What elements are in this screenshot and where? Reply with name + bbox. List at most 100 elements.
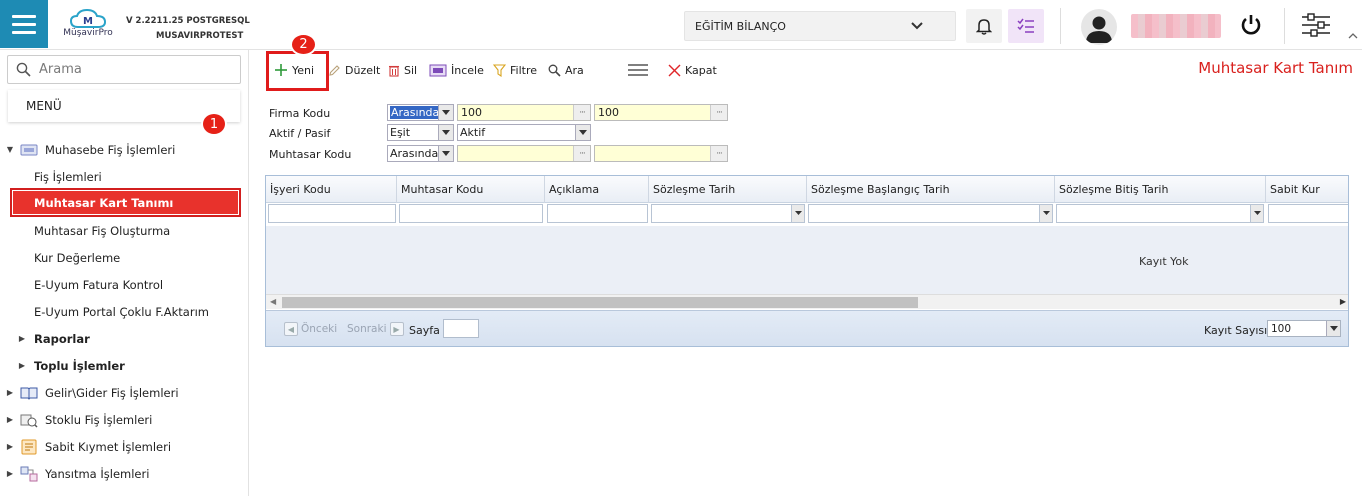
lookup-icon[interactable]: ··· (710, 105, 727, 120)
sidebar-item-label: E-Uyum Portal Çoklu F.Aktarım (34, 304, 209, 319)
caret-right-icon: ▶ (18, 334, 26, 343)
chevron-down-icon (1250, 205, 1263, 222)
divider (1060, 8, 1061, 44)
column-header-sozlesme-bitis[interactable]: Sözleşme Bitiş Tarih (1055, 176, 1266, 203)
aktif-pasif-operator-value: Eşit (390, 126, 411, 139)
column-header-sozlesme-tarih[interactable]: Sözleşme Tarih (649, 176, 807, 203)
sidebar-item-e-uyum-portal[interactable]: E-Uyum Portal Çoklu F.Aktarım (0, 298, 248, 325)
aktif-pasif-value-select[interactable]: Aktif (457, 124, 591, 141)
column-header-isyeri-kodu[interactable]: İşyeri Kodu (266, 176, 397, 203)
sidebar-item-e-uyum-fatura[interactable]: E-Uyum Fatura Kontrol (0, 271, 248, 298)
sidebar-item-toplu-islemler[interactable]: ▶ Toplu İşlemler (0, 352, 248, 379)
muhtasar-kodu-operator-select[interactable]: Arasında (387, 145, 454, 162)
checklist-icon (1017, 18, 1034, 33)
version-text: V 2.2211.25 POSTGRESQL (126, 16, 250, 26)
lookup-icon[interactable]: ··· (573, 146, 590, 161)
settings-sliders-icon[interactable] (1300, 12, 1332, 38)
aktif-pasif-operator-select[interactable]: Eşit (387, 124, 454, 141)
sidebar-item-raporlar[interactable]: ▶ Raporlar (0, 325, 248, 352)
sidebar-item-muhasebe-fis[interactable]: ▼ Muhasebe Fiş İşlemleri (0, 136, 248, 163)
muhtasar-kodu-from-input[interactable]: ··· (457, 145, 591, 162)
arrow-right-icon: ▶ (389, 322, 404, 336)
svg-text:M: M (83, 16, 93, 27)
lookup-icon[interactable]: ··· (710, 146, 727, 161)
filter-isyeri-kodu[interactable] (268, 204, 396, 223)
sidebar-item-kur-degerleme[interactable]: Kur Değerleme (0, 244, 248, 271)
lookup-icon[interactable]: ··· (573, 105, 590, 120)
inspect-label: İncele (451, 63, 484, 77)
column-header-sozlesme-baslangic[interactable]: Sözleşme Başlangıç Tarih (807, 176, 1055, 203)
records-per-page-select[interactable]: 100 (1267, 320, 1341, 337)
muhtasar-kodu-to-input[interactable]: ··· (594, 145, 728, 162)
user-icon (1086, 16, 1112, 43)
column-header-aciklama[interactable]: Açıklama (545, 176, 649, 203)
plus-icon (275, 64, 287, 76)
muhtasar-kodu-label: Muhtasar Kodu (269, 148, 352, 161)
search-input[interactable] (39, 62, 229, 77)
search-button[interactable]: Ara (548, 61, 584, 79)
avatar[interactable] (1081, 9, 1117, 45)
filter-sozlesme-bitis[interactable] (1056, 204, 1264, 223)
sidebar-item-stoklu-fis[interactable]: ▶ Stoklu Fiş İşlemleri (0, 406, 248, 433)
chevron-down-icon (1326, 321, 1340, 336)
delete-button[interactable]: Sil (388, 61, 417, 79)
firma-kodu-from-input[interactable]: 100 ··· (457, 104, 591, 121)
sidebar-search[interactable] (7, 55, 241, 84)
search-icon (548, 64, 561, 77)
hamburger-menu-icon[interactable] (0, 0, 48, 48)
reflect-icon (19, 466, 39, 482)
page-number-input[interactable] (443, 319, 479, 338)
scrollbar-thumb[interactable] (282, 297, 918, 308)
sidebar-item-label: Stoklu Fiş İşlemleri (45, 412, 153, 427)
sidebar-item-sabit-kiymet[interactable]: ▶ Sabit Kıymet İşlemleri (0, 433, 248, 460)
username-redacted (1131, 14, 1221, 38)
edit-button[interactable]: Düzelt (328, 61, 380, 79)
sidebar-item-label: Raporlar (34, 331, 90, 346)
filter-sozlesme-tarih[interactable] (651, 204, 805, 223)
company-select-value: EĞİTİM BİLANÇO (695, 19, 786, 33)
sidebar-item-gelir-gider[interactable]: ▶ Gelir\Gider Fiş İşlemleri (0, 379, 248, 406)
scroll-left-icon[interactable]: ◀ (270, 297, 276, 306)
prev-page-button[interactable]: ◀ Önceki (284, 322, 337, 336)
prev-page-label: Önceki (301, 323, 338, 335)
top-bar: M MüşavirPro V 2.2211.25 POSTGRESQL MUSA… (0, 0, 1362, 50)
column-header-sabit-kur[interactable]: Sabit Kur (1266, 176, 1348, 203)
notifications-button[interactable] (966, 9, 1002, 43)
close-label: Kapat (685, 63, 717, 77)
tasks-button[interactable] (1008, 9, 1044, 43)
bell-icon (976, 19, 992, 35)
firma-kodu-to-input[interactable]: 100 ··· (594, 104, 728, 121)
data-grid: İşyeri Kodu Muhtasar Kodu Açıklama Sözle… (265, 175, 1349, 347)
scroll-right-icon[interactable]: ▶ (1340, 297, 1346, 306)
chevron-down-icon (911, 22, 923, 30)
new-button[interactable]: Yeni (274, 61, 314, 79)
more-menu-button[interactable] (627, 61, 649, 79)
sidebar-item-muhtasar-fis-olusturma[interactable]: Muhtasar Fiş Oluşturma (0, 217, 248, 244)
inspect-icon (429, 64, 447, 76)
filter-muhtasar-kodu[interactable] (399, 204, 543, 223)
chevron-down-icon (438, 146, 453, 161)
inspect-button[interactable]: İncele (429, 61, 484, 79)
delete-label: Sil (404, 63, 418, 77)
company-select[interactable]: EĞİTİM BİLANÇO (684, 11, 956, 41)
power-icon[interactable] (1239, 13, 1263, 37)
horizontal-scrollbar[interactable]: ◀ ▶ (266, 294, 1348, 309)
filter-sabit-kur[interactable] (1268, 204, 1348, 223)
caret-right-icon: ▶ (6, 388, 14, 397)
firma-kodu-operator-select[interactable]: Arasında (387, 104, 454, 121)
firma-kodu-to-value: 100 (598, 106, 619, 119)
filter-button[interactable]: Filtre (493, 61, 537, 79)
toolbar: Yeni Düzelt Sil İncele Filtre Ara Kapat (250, 50, 1362, 90)
sidebar-item-yansitma[interactable]: ▶ Yansıtma İşlemleri (0, 460, 248, 487)
column-header-muhtasar-kodu[interactable]: Muhtasar Kodu (397, 176, 545, 203)
chevron-down-icon (1039, 205, 1052, 222)
next-page-button[interactable]: Sonraki ▶ (347, 322, 404, 336)
filter-label: Filtre (510, 63, 538, 77)
sidebar-item-muhtasar-kart-tanimi[interactable]: Muhtasar Kart Tanımı (10, 188, 241, 217)
filter-sozlesme-baslangic[interactable] (808, 204, 1053, 223)
filter-aciklama[interactable] (547, 204, 648, 223)
scroll-up-icon[interactable] (1348, 32, 1358, 40)
close-button[interactable]: Kapat (668, 61, 717, 79)
sidebar-item-fis-islemleri[interactable]: Fiş İşlemleri (0, 163, 248, 190)
version-info: V 2.2211.25 POSTGRESQL MUSAVIRPROTEST (126, 14, 250, 44)
